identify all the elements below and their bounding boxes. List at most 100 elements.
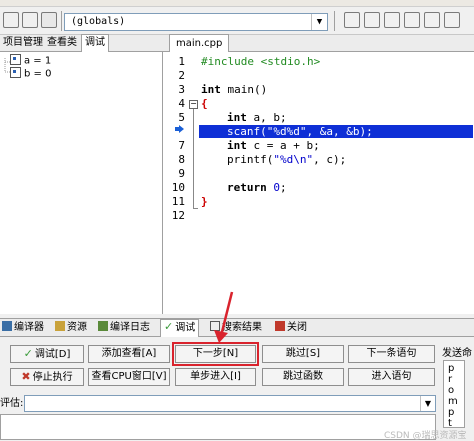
line-number: 12 (171, 209, 185, 222)
line-number: 2 (178, 69, 185, 82)
check-icon: ✓ (23, 347, 33, 360)
view-cpu-window-button[interactable]: 查看CPU窗口[V] (88, 368, 170, 386)
code-line-6-highlighted: scanf("%d%d", &a, &b); (199, 125, 473, 138)
debug-window-icon[interactable] (41, 12, 57, 28)
bookmark-icon[interactable] (384, 12, 400, 28)
tab-close[interactable]: 关闭 (275, 320, 307, 335)
button-label: 调试[D] (34, 349, 71, 360)
code-text: c = a + b; (246, 139, 320, 152)
chevron-down-icon[interactable]: ▼ (311, 14, 327, 30)
evaluate-output (0, 414, 436, 440)
watch-item-label: a = 1 (24, 55, 52, 67)
line-number: 3 (178, 83, 185, 96)
skip-function-button[interactable]: 跳过函数 (262, 368, 344, 386)
command-char: r (448, 374, 453, 385)
code-text: scanf( (227, 125, 267, 138)
search-icon (210, 321, 220, 331)
command-char: m (448, 396, 458, 407)
tab-debug-vars[interactable]: 调试 (81, 34, 109, 52)
tab-class-view[interactable]: 查看类 (44, 35, 80, 51)
step-into-button[interactable]: 单步进入[I] (175, 368, 256, 386)
command-char: p (448, 407, 455, 418)
watch-item-label: b = 0 (24, 68, 52, 80)
line-number: 7 (178, 139, 185, 152)
arrow-icon[interactable] (22, 12, 38, 28)
grid-icon[interactable] (344, 12, 360, 28)
keyword: return (227, 181, 267, 194)
keyword: int (227, 139, 247, 152)
toggle-icon[interactable] (404, 12, 420, 28)
open-file-icon[interactable] (3, 12, 19, 28)
code-text: ; (280, 181, 287, 194)
send-command-input[interactable]: p r o m p t (443, 360, 465, 429)
tab-project-manager[interactable]: 项目管理 (0, 35, 46, 51)
code-text: main() (220, 83, 268, 96)
chevron-down-icon[interactable]: ▼ (420, 396, 435, 411)
code-line-4: { (201, 97, 208, 110)
tab-search-results[interactable]: 搜索结果 (210, 320, 262, 335)
compiler-icon (2, 321, 12, 331)
check-icon: ✓ (164, 320, 174, 333)
fold-toggle[interactable]: − (189, 100, 198, 109)
tab-debug[interactable]: ✓ 调试 (160, 319, 200, 337)
evaluate-input[interactable]: ▼ (24, 395, 436, 412)
line-number: 9 (178, 167, 185, 180)
number-literal: 0 (273, 181, 280, 194)
help-icon[interactable] (444, 12, 460, 28)
send-command-label: 发送命 (442, 348, 472, 359)
log-icon (98, 321, 108, 331)
goto-icon[interactable] (364, 12, 380, 28)
toolbar-separator (334, 11, 335, 31)
code-text: , &a, &b); (306, 125, 373, 138)
tree-connector-lines (4, 58, 10, 73)
code-line-3: int main() (201, 83, 267, 96)
tab-label: 调试 (175, 322, 196, 334)
next-statement-button[interactable]: 下一条语句 (348, 345, 435, 363)
fold-guide-line (193, 109, 194, 209)
evaluate-label: 评估: (0, 398, 24, 409)
tab-label: 编译器 (14, 322, 44, 333)
next-step-button[interactable]: 下一步[N] (172, 342, 259, 366)
line-number: 1 (178, 55, 185, 68)
fold-guide-end (193, 208, 198, 209)
code-text: , c); (313, 153, 347, 166)
line-number: 10 (171, 181, 185, 194)
code-line-10: return 0; (227, 181, 287, 194)
tab-label: 搜索结果 (222, 322, 262, 333)
string-literal: "%d\n" (273, 153, 314, 166)
brace: { (201, 97, 208, 110)
scope-select[interactable]: (globals) ▼ (64, 13, 328, 31)
toolbar-top-strip (0, 0, 474, 7)
close-icon (275, 321, 285, 331)
watermark-text: CSDN @瑞思资源宝 (384, 431, 467, 441)
skip-button[interactable]: 跳过[S] (262, 345, 344, 363)
into-statement-button[interactable]: 进入语句 (348, 368, 435, 386)
watch-item[interactable]: b = 0 (10, 67, 52, 80)
keyword: int (201, 83, 221, 96)
tab-resources[interactable]: 资源 (55, 320, 87, 335)
debug-button[interactable]: ✓ 调试[D] (10, 345, 84, 363)
tab-compiler[interactable]: 编译器 (2, 320, 44, 335)
watch-item[interactable]: a = 1 (10, 54, 52, 67)
line-number-gutter: 1 2 3 4 5 7 8 9 10 11 12 − (163, 52, 199, 314)
tab-label: 资源 (67, 322, 87, 333)
line-number: 8 (178, 153, 185, 166)
tab-main-cpp[interactable]: main.cpp (169, 34, 230, 52)
code-area[interactable]: #include <stdio.h> int main() { int a, b… (199, 52, 474, 314)
preprocessor-text: #include <stdio.h> (201, 55, 321, 68)
resource-icon (55, 321, 65, 331)
command-char: o (448, 385, 455, 396)
code-text: printf( (227, 153, 274, 166)
string-literal: "%d%d" (266, 125, 307, 138)
command-char: p (448, 363, 455, 374)
code-line-7: int c = a + b; (227, 139, 320, 152)
window-icon[interactable] (424, 12, 440, 28)
editor-tabs: main.cpp (163, 34, 474, 52)
add-watch-button[interactable]: 添加查看[A] (88, 345, 170, 363)
keyword: int (227, 111, 247, 124)
tab-compile-log[interactable]: 编译日志 (98, 320, 150, 335)
bottom-panel-tabs: 编译器 资源 编译日志 ✓ 调试 搜索结果 关闭 (0, 318, 474, 337)
scope-value: (globals) (71, 16, 126, 27)
button-label: 停止执行 (32, 372, 73, 383)
stop-execution-button[interactable]: ✖ 停止执行 (10, 368, 84, 386)
